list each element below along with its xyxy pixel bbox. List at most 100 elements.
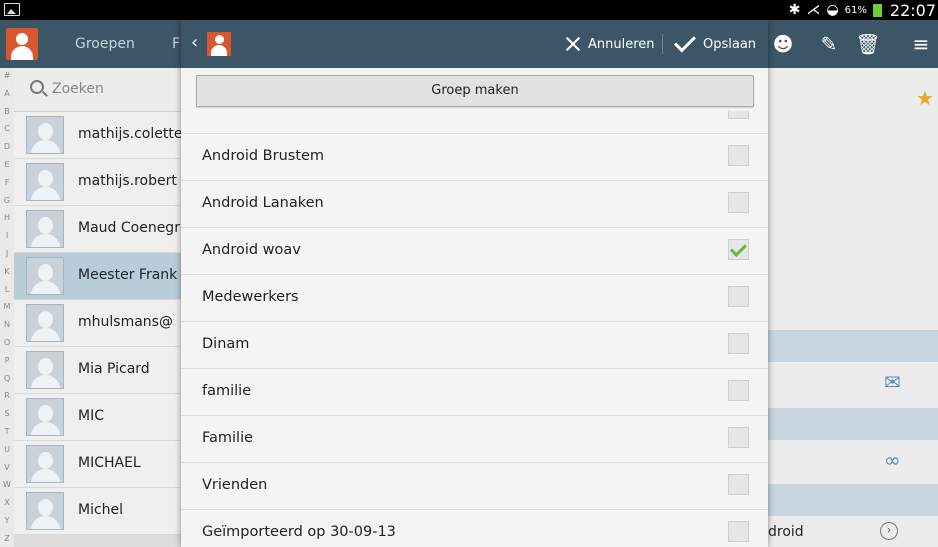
group-row[interactable] [181, 111, 768, 134]
alphabet-letter[interactable]: G [0, 196, 14, 205]
screen: ✱ ⋌ ◒ 61% 22:07 Groepen F ☻ ✎ 🗑 ≡ # A B C D E… [0, 0, 938, 547]
add-contact-icon[interactable]: ☻ [770, 32, 796, 56]
group-row[interactable]: Medewerkers [181, 275, 768, 322]
alphabet-letter[interactable]: I [0, 232, 14, 240]
save-button[interactable]: Opslaan [674, 20, 757, 68]
group-checkbox[interactable] [728, 427, 749, 448]
detail-section-header [768, 484, 938, 516]
back-icon[interactable]: ‹ [191, 32, 198, 54]
alphabet-letter[interactable]: D [0, 143, 14, 151]
avatar [26, 116, 64, 154]
group-checkbox[interactable] [728, 286, 749, 307]
alphabet-letter[interactable]: F [0, 178, 14, 187]
group-row[interactable]: Android Brustem [181, 134, 768, 181]
group-row[interactable]: Dinam [181, 322, 768, 369]
contact-row[interactable]: mathijs.colette [14, 112, 184, 159]
search-bar[interactable]: Zoeken [14, 68, 184, 112]
alphabet-letter[interactable]: N [0, 321, 14, 329]
contact-row[interactable]: Maud Coenegr [14, 206, 184, 253]
save-label: Opslaan [703, 36, 757, 52]
email-icon[interactable]: ✉ [884, 370, 901, 394]
alphabet-letter[interactable]: M [0, 303, 14, 311]
alphabet-letter[interactable]: V [0, 463, 14, 472]
contact-row[interactable]: mhulsmans@ [14, 300, 184, 347]
make-group-button[interactable]: Groep maken [196, 75, 754, 107]
contact-row[interactable]: MICHAEL [14, 441, 184, 488]
alphabet-letter[interactable]: B [0, 107, 14, 116]
cancel-button[interactable]: Annuleren [566, 20, 655, 68]
group-list: Android Brustem Android Lanaken Android wo… [181, 111, 768, 547]
alphabet-letter[interactable]: E [0, 160, 14, 169]
detail-section-header [768, 330, 938, 362]
group-row[interactable]: Android woav [181, 228, 768, 275]
alphabet-letter[interactable]: Y [0, 516, 14, 525]
alphabet-letter[interactable]: Z [0, 534, 14, 543]
alphabet-letter[interactable]: A [0, 89, 14, 98]
alphabet-letter[interactable]: U [0, 445, 14, 454]
group-label: familie [202, 383, 252, 399]
alphabet-letter[interactable]: S [0, 410, 14, 418]
alphabet-letter[interactable]: J [0, 249, 14, 258]
alphabet-letter[interactable]: L [0, 285, 14, 294]
contact-row[interactable]: Michel [14, 488, 184, 535]
delete-icon[interactable]: 🗑 [855, 32, 881, 56]
contact-name: Maud Coenegr [78, 220, 180, 236]
group-row[interactable]: Geïmporteerd op 30-09-13 [181, 510, 768, 547]
close-icon [566, 37, 580, 51]
detail-section-header [768, 408, 938, 440]
group-checkbox[interactable] [728, 192, 749, 213]
alphabet-letter[interactable]: X [0, 499, 14, 507]
group-row[interactable]: Vrienden [181, 463, 768, 510]
group-row[interactable]: Android Lanaken [181, 181, 768, 228]
group-label: Android Lanaken [202, 195, 324, 211]
tab-favorites[interactable]: F [172, 20, 180, 68]
group-row[interactable]: Familie [181, 416, 768, 463]
alphabet-letter[interactable]: T [0, 427, 14, 436]
avatar [26, 304, 64, 342]
alphabet-letter[interactable]: O [0, 338, 14, 347]
group-checkbox[interactable] [728, 474, 749, 495]
group-label: Dinam [202, 336, 250, 352]
tab-groups[interactable]: Groepen [75, 20, 135, 68]
alphabet-letter[interactable]: H [0, 214, 14, 222]
group-checkbox[interactable] [728, 380, 749, 401]
contact-name: mathijs.robert [78, 173, 177, 189]
group-label: Geïmporteerd op 30-09-13 [202, 524, 396, 540]
alphabet-letter[interactable]: # [0, 72, 14, 80]
group-checkbox[interactable] [728, 521, 749, 542]
contact-row[interactable]: Meester Frank [14, 253, 184, 300]
status-bar: ✱ ⋌ ◒ 61% 22:07 [0, 0, 938, 20]
edit-icon[interactable]: ✎ [816, 32, 842, 56]
avatar [26, 210, 64, 248]
contact-name: Meester Frank [78, 267, 178, 283]
link-icon[interactable]: ∞ [884, 448, 901, 472]
alphabet-letter[interactable]: P [0, 356, 14, 365]
alphabet-letter[interactable]: R [0, 392, 14, 400]
avatar [26, 492, 64, 530]
group-checkbox[interactable] [728, 239, 749, 260]
contact-row[interactable]: MIC [14, 394, 184, 441]
alphabet-letter[interactable]: K [0, 267, 14, 276]
contacts-app-icon[interactable] [207, 32, 231, 56]
alphabet-letter[interactable]: Q [0, 374, 14, 383]
cancel-label: Annuleren [588, 36, 655, 52]
search-input[interactable]: Zoeken [52, 81, 104, 97]
clock: 22:07 [889, 0, 936, 20]
menu-icon[interactable]: ≡ [908, 32, 934, 56]
alphabet-letter[interactable]: W [0, 481, 14, 489]
contacts-app-icon[interactable] [6, 28, 38, 60]
group-checkbox[interactable] [728, 111, 749, 119]
group-checkbox[interactable] [728, 145, 749, 166]
contact-row[interactable]: Mia Picard [14, 347, 184, 394]
group-label: Medewerkers [202, 289, 299, 305]
alphabet-index[interactable]: # A B C D E F G H I J K L M N O P Q R S T U V W X Y Z [0, 68, 14, 547]
group-checkbox[interactable] [728, 333, 749, 354]
alphabet-letter[interactable]: C [0, 125, 14, 133]
bluetooth-icon: ✱ [788, 2, 801, 18]
contact-name: MIC [78, 408, 104, 424]
favorite-star-icon[interactable]: ★ [916, 86, 934, 110]
group-row[interactable]: familie [181, 369, 768, 416]
chevron-right-icon[interactable]: › [880, 522, 898, 540]
contact-row[interactable]: mathijs.robert [14, 159, 184, 206]
linked-account-label: droid [768, 524, 804, 540]
